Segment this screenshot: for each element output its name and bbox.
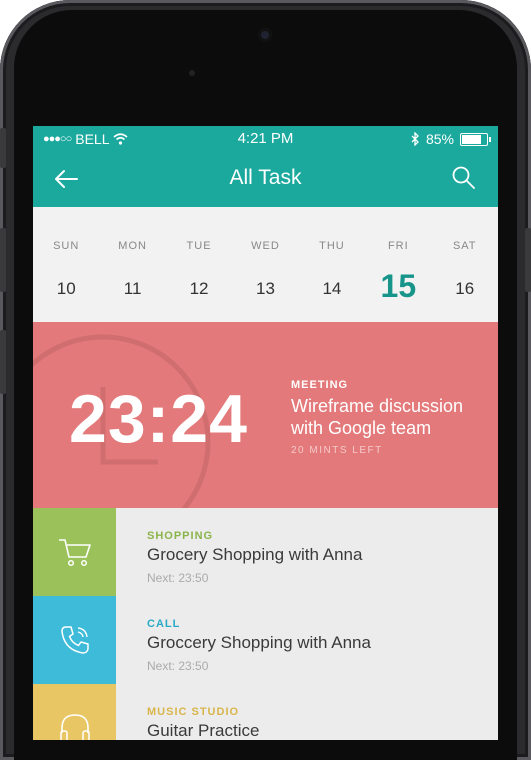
list-item[interactable]: SHOPPING Grocery Shopping with Anna Next… — [33, 508, 498, 596]
date-number: 16 — [455, 279, 475, 298]
task-icon-tile — [33, 508, 116, 596]
date-cell-selected[interactable]: 15 — [365, 268, 431, 316]
nav-bar: All Task — [33, 152, 498, 207]
date-row: 10 11 12 13 14 15 16 — [33, 268, 498, 316]
battery-icon — [460, 132, 491, 146]
weekday-label: SUN — [53, 240, 80, 252]
list-item[interactable]: MUSIC STUDIO Guitar Practice — [33, 684, 498, 740]
task-title: Guitar Practice — [147, 721, 260, 740]
task-title: Wireframe discussion with Google team — [291, 395, 481, 439]
phone-icon — [60, 626, 89, 654]
task-next-time: Next: 23:50 — [147, 571, 209, 585]
week-calendar: SUN MON TUE WED THU FRI SAT 10 11 12 13 … — [33, 207, 498, 322]
task-category: MUSIC STUDIO — [147, 706, 240, 718]
bluetooth-icon — [411, 132, 419, 146]
weekday-label: SAT — [452, 240, 477, 252]
task-icon-tile — [33, 684, 116, 740]
battery-percent: 85% — [425, 131, 454, 147]
cart-icon — [58, 539, 91, 567]
page-title: All Task — [229, 166, 302, 189]
volume-down-button — [0, 330, 6, 394]
weekday-label: FRI — [387, 240, 409, 252]
battery-level — [462, 134, 481, 144]
date-number: 12 — [189, 279, 209, 298]
time-left-label: 20 MINTS LEFT — [291, 445, 383, 456]
app-screen: ●●●○○ BELL 4:21 PM 85% All Task SUN MON … — [33, 126, 498, 740]
power-button — [525, 228, 531, 292]
featured-task-card[interactable]: 23:24 MEETING Wireframe discussion with … — [33, 322, 498, 508]
date-number: 14 — [322, 279, 342, 298]
date-cell[interactable]: 16 — [432, 279, 498, 316]
front-camera — [258, 28, 272, 42]
task-title-line: with Google team — [291, 418, 432, 438]
proximity-sensor — [189, 70, 195, 76]
date-cell[interactable]: 11 — [99, 279, 165, 316]
list-item[interactable]: CALL Groccery Shopping with Anna Next: 2… — [33, 596, 498, 684]
date-cell[interactable]: 14 — [299, 279, 365, 316]
task-icon-tile — [33, 596, 116, 684]
volume-up-button — [0, 228, 6, 292]
weekday-label: THU — [319, 240, 345, 252]
weekday-label: MON — [118, 240, 147, 252]
search-button[interactable] — [450, 164, 478, 192]
task-category: MEETING — [291, 379, 349, 391]
search-icon — [452, 166, 475, 189]
weekday-label: TUE — [186, 240, 212, 252]
task-category: CALL — [147, 618, 181, 630]
app-header: ●●●○○ BELL 4:21 PM 85% All Task — [33, 126, 498, 207]
date-cell[interactable]: 10 — [33, 279, 99, 316]
mute-switch — [0, 128, 6, 168]
date-number: 13 — [256, 279, 275, 298]
task-title: Groccery Shopping with Anna — [147, 633, 371, 652]
headphones-icon — [59, 714, 90, 740]
date-number: 10 — [56, 279, 76, 298]
task-title-line: Wireframe discussion — [291, 396, 464, 416]
task-next-time: Next: 23:50 — [147, 659, 209, 673]
date-cell[interactable]: 13 — [232, 279, 298, 316]
task-category: SHOPPING — [147, 530, 214, 542]
date-cell[interactable]: 12 — [166, 279, 232, 316]
task-title: Grocery Shopping with Anna — [147, 545, 363, 564]
countdown-time: 23:24 — [69, 381, 248, 457]
weekday-label: WED — [251, 240, 280, 252]
date-number: 11 — [123, 279, 142, 298]
weekday-row: SUN MON TUE WED THU FRI SAT — [33, 240, 498, 252]
status-bar: ●●●○○ BELL 4:21 PM 85% — [33, 126, 498, 152]
selected-date-number: 15 — [380, 268, 417, 304]
